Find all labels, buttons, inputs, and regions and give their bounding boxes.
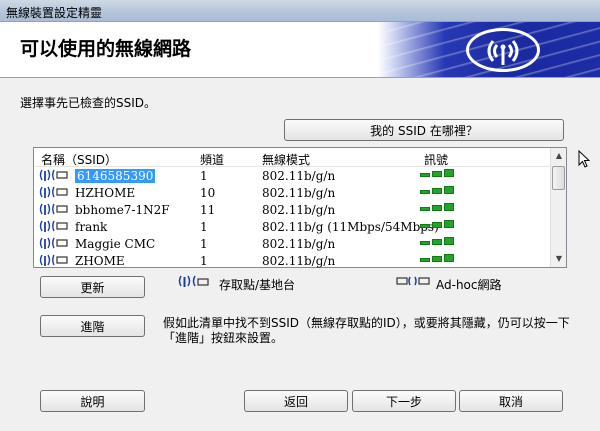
- signal-bar: [432, 188, 442, 194]
- advanced-button[interactable]: 進階: [40, 315, 145, 337]
- signal-bar: [444, 237, 454, 245]
- list-header: 名稱（SSID） 頻道 無線模式 訊號: [34, 148, 551, 167]
- access-point-icon: [39, 237, 71, 252]
- wireless-mode-value: 802.11b/g/n: [262, 237, 336, 251]
- scroll-down-arrow-icon[interactable]: ▼: [551, 251, 567, 267]
- ssid-row[interactable]: bbhome7-1N2F 11 802.11b/g/n: [34, 202, 551, 219]
- scroll-up-arrow-icon[interactable]: ▲: [551, 148, 567, 164]
- wireless-mode-value: 802.11b/g/n: [262, 169, 336, 183]
- signal-bar: [432, 222, 442, 228]
- refresh-button[interactable]: 更新: [40, 276, 145, 298]
- channel-value: 1: [200, 254, 208, 268]
- access-point-icon: [39, 169, 71, 184]
- window-title: 無線裝置設定精靈: [6, 6, 103, 20]
- ssid-row[interactable]: ZHOME 1 802.11b/g/n: [34, 253, 551, 268]
- access-point-icon: [178, 274, 210, 291]
- ssid-name: HZHOME: [75, 186, 136, 200]
- signal-bar: [420, 241, 430, 245]
- column-header-channel[interactable]: 頻道: [200, 151, 224, 168]
- access-point-icon: [39, 203, 71, 218]
- wizard-header: 可以使用的無線網路: [0, 22, 600, 78]
- wireless-mode-value: 802.11b/g/n: [262, 186, 336, 200]
- adhoc-network-icon: [396, 275, 430, 290]
- ssid-name: frank: [75, 220, 108, 234]
- advanced-info-text: 假如此清單中找不到SSID（無線存取點的ID），或要將其隱藏，仍可以按一下「進階…: [163, 316, 570, 345]
- signal-bar: [444, 186, 454, 194]
- signal-bar: [444, 203, 454, 211]
- next-button[interactable]: 下一步: [352, 390, 456, 412]
- access-point-icon: [39, 220, 71, 235]
- list-scrollbar[interactable]: ▲ ▼: [550, 148, 566, 267]
- where-is-my-ssid-button[interactable]: 我的 SSID 在哪裡？: [284, 119, 564, 141]
- channel-value: 1: [200, 169, 208, 183]
- wireless-mode-value: 802.11b/g/n: [262, 203, 336, 217]
- channel-value: 11: [200, 203, 216, 217]
- column-header-ssid[interactable]: 名稱（SSID）: [41, 151, 117, 168]
- signal-bar: [444, 220, 454, 228]
- signal-bar: [432, 239, 442, 245]
- wireless-mode-value: 802.11b/g (11Mbps/54Mbps): [262, 220, 439, 234]
- ssid-name: bbhome7-1N2F: [75, 203, 170, 217]
- signal-bar: [420, 173, 430, 177]
- signal-bar: [444, 169, 454, 177]
- legend-access-point-label: 存取點/基地台: [219, 278, 296, 292]
- wireless-signal-icon: [466, 28, 540, 72]
- ssid-name: ZHOME: [75, 254, 125, 268]
- access-point-icon: [39, 254, 71, 268]
- signal-bar: [420, 258, 430, 262]
- signal-strength-icon: [420, 169, 456, 177]
- wireless-mode-value: 802.11b/g/n: [262, 254, 336, 268]
- page-title: 可以使用的無線網路: [20, 38, 192, 60]
- signal-bar: [420, 224, 430, 228]
- ssid-row[interactable]: 6146585390 1 802.11b/g/n: [34, 168, 551, 185]
- scroll-thumb[interactable]: [552, 166, 565, 190]
- signal-bar: [432, 256, 442, 262]
- brand-banner: [378, 22, 600, 77]
- signal-bar: [420, 190, 430, 194]
- ssid-row[interactable]: frank 1 802.11b/g (11Mbps/54Mbps): [34, 219, 551, 236]
- ssid-name: Maggie CMC: [75, 237, 156, 251]
- signal-strength-icon: [420, 203, 456, 211]
- signal-strength-icon: [420, 186, 456, 194]
- cancel-button[interactable]: 取消: [459, 390, 563, 412]
- signal-strength-icon: [420, 254, 456, 262]
- mouse-cursor-icon: [578, 149, 591, 171]
- ssid-name: 6146585390: [75, 169, 156, 183]
- signal-strength-icon: [420, 220, 456, 228]
- column-header-signal[interactable]: 訊號: [424, 151, 448, 168]
- instruction-text: 選擇事先已檢查的SSID。: [20, 96, 157, 110]
- channel-value: 1: [200, 220, 208, 234]
- back-button[interactable]: 返回: [244, 390, 348, 412]
- ssid-list[interactable]: 名稱（SSID） 頻道 無線模式 訊號 6146585390 1 802.11b/g…: [33, 147, 567, 268]
- signal-bar: [432, 205, 442, 211]
- help-button[interactable]: 說明: [40, 390, 145, 412]
- column-header-mode[interactable]: 無線模式: [262, 151, 310, 168]
- signal-bar: [444, 254, 454, 262]
- signal-bar: [432, 171, 442, 177]
- channel-value: 10: [200, 186, 216, 200]
- legend-adhoc-label: Ad-hoc網路: [436, 278, 502, 292]
- ssid-row[interactable]: Maggie CMC 1 802.11b/g/n: [34, 236, 551, 253]
- ssid-rows: 6146585390 1 802.11b/g/n HZHOME 10 802.11b/g/…: [34, 168, 551, 268]
- window-title-bar[interactable]: 無線裝置設定精靈: [0, 0, 600, 22]
- ssid-row[interactable]: HZHOME 10 802.11b/g/n: [34, 185, 551, 202]
- channel-value: 1: [200, 237, 208, 251]
- signal-strength-icon: [420, 237, 456, 245]
- access-point-icon: [39, 186, 71, 201]
- signal-bar: [420, 207, 430, 211]
